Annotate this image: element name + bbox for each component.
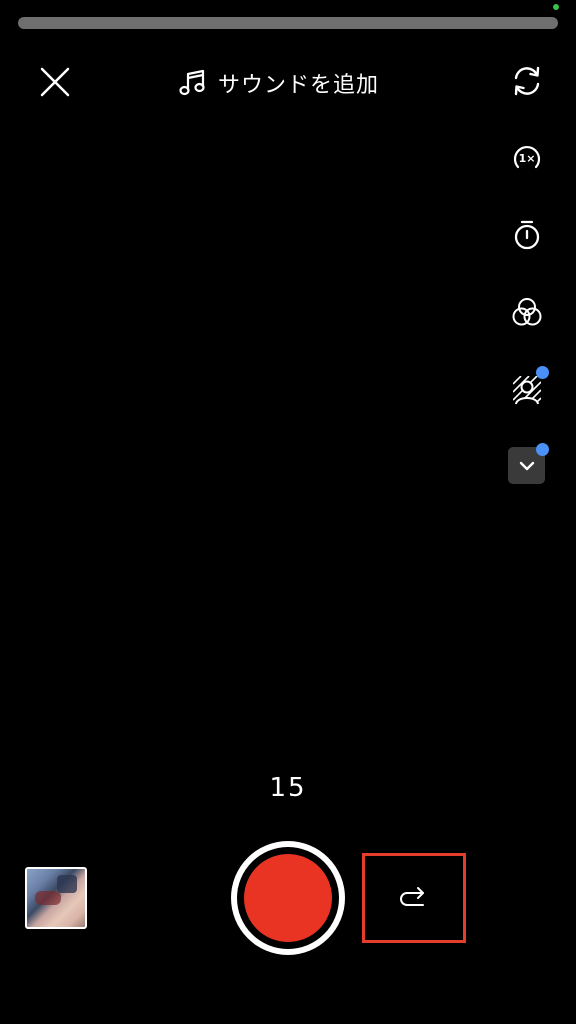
music-note-icon: [179, 69, 205, 96]
add-sound-label: サウンドを追加: [218, 73, 380, 98]
timer-button[interactable]: [505, 213, 549, 257]
record-button-core: [244, 854, 332, 942]
speed-button[interactable]: 1×: [505, 136, 549, 180]
more-tools-notification-badge: [536, 443, 549, 456]
gallery-thumbnail[interactable]: [25, 867, 87, 929]
next-button[interactable]: [362, 853, 466, 943]
timer-icon: [514, 220, 540, 250]
green-screen-notification-badge: [536, 366, 549, 379]
add-sound-button[interactable]: サウンドを追加: [178, 66, 379, 100]
record-duration-label: 15: [269, 773, 307, 803]
record-button[interactable]: [231, 841, 345, 955]
close-icon: [40, 67, 70, 97]
speed-value: 1×: [519, 152, 536, 165]
filters-button[interactable]: [505, 291, 549, 335]
thumbnail-image-detail: [57, 875, 77, 893]
filters-icon: [512, 298, 542, 326]
close-button[interactable]: [38, 65, 72, 99]
flip-camera-button[interactable]: [505, 59, 549, 103]
recording-progress-track: [18, 17, 558, 29]
flip-camera-icon: [514, 66, 540, 96]
redo-arrow-icon: [400, 887, 424, 906]
chevron-down-icon: [519, 461, 534, 470]
speed-icon: 1×: [513, 145, 541, 169]
status-indicator-dot: [553, 4, 559, 10]
thumbnail-image-detail: [35, 891, 61, 905]
